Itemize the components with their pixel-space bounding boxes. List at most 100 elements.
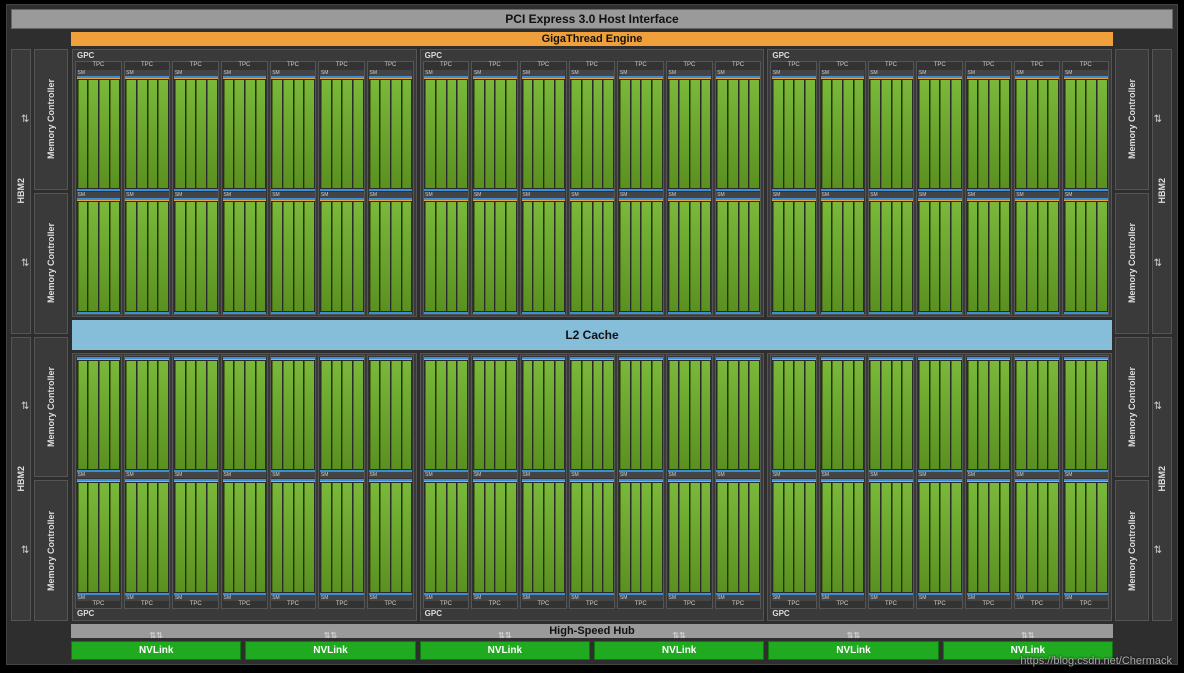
sm-block: SM [125, 479, 169, 601]
sm-label: SM [1064, 595, 1108, 601]
cuda-core [137, 80, 147, 189]
cuda-core [881, 483, 891, 592]
l2-cache: L2 Cache [72, 320, 1112, 350]
cuda-core [620, 80, 630, 189]
cuda-core [294, 202, 304, 311]
cuda-core [854, 202, 864, 311]
cuda-core [196, 202, 206, 311]
cuda-core [593, 202, 603, 311]
cuda-core [951, 80, 961, 189]
tpc-label: TPC [368, 601, 413, 608]
tpc-label: TPC [472, 601, 517, 608]
cuda-core [447, 483, 457, 592]
cuda-core [843, 202, 853, 311]
tpc-block: TPCSMSM [569, 355, 616, 609]
cuda-core [474, 80, 484, 189]
cuda-core [245, 202, 255, 311]
cuda-core [1000, 202, 1010, 311]
sm-label: SM [1015, 472, 1059, 478]
tpc-block: TPCSMSM [916, 61, 963, 315]
cuda-core [321, 202, 331, 311]
tpc-label: TPC [618, 601, 663, 608]
cuda-core [641, 80, 651, 189]
cuda-core [1038, 361, 1048, 470]
sm-block: SM [772, 70, 816, 192]
memory-controller: ⇅Memory Controller [34, 193, 68, 334]
cuda-core [175, 361, 185, 470]
cuda-core [332, 361, 342, 470]
cuda-core [870, 80, 880, 189]
tpc-block: TPCSMSM [270, 61, 317, 315]
cuda-core [99, 361, 109, 470]
sm-label: SM [918, 472, 962, 478]
tpc-label: TPC [76, 62, 121, 69]
cuda-core [728, 202, 738, 311]
cuda-core [603, 361, 613, 470]
cuda-core [495, 483, 505, 592]
tpc-block: TPCSMSM [868, 61, 915, 315]
cuda-core [631, 80, 641, 189]
sm-label: SM [125, 472, 169, 478]
cuda-core [485, 361, 495, 470]
cuda-core [78, 202, 88, 311]
cuda-core [902, 361, 912, 470]
sm-label: SM [223, 595, 267, 601]
cuda-core [99, 202, 109, 311]
cuda-core [843, 483, 853, 592]
cuda-core [669, 202, 679, 311]
cuda-core [148, 80, 158, 189]
sm-block: SM [320, 192, 364, 314]
sm-block: SM [821, 192, 865, 314]
cuda-core [342, 202, 352, 311]
cuda-core [506, 361, 516, 470]
cuda-core [256, 80, 266, 189]
cuda-core [234, 483, 244, 592]
sm-block: SM [772, 479, 816, 601]
cuda-core [110, 80, 120, 189]
sm-block: SM [125, 70, 169, 192]
cuda-core [701, 483, 711, 592]
cuda-core [1000, 483, 1010, 592]
sm-block: SM [174, 192, 218, 314]
cuda-core [457, 361, 467, 470]
cuda-core [989, 80, 999, 189]
sm-label: SM [473, 472, 517, 478]
sm-block: SM [473, 357, 517, 479]
tpc-block: TPCSMSM [318, 61, 365, 315]
cuda-core [342, 80, 352, 189]
cuda-core [690, 361, 700, 470]
tpc-block: TPCSMSM [1062, 61, 1109, 315]
cuda-core [940, 483, 950, 592]
sm-block: SM [424, 70, 468, 192]
tpc-block: TPCSMSM [1014, 355, 1061, 609]
tpc-block: TPCSMSM [1062, 355, 1109, 609]
cuda-core [593, 361, 603, 470]
cuda-core [892, 80, 902, 189]
tpc-block: TPCSMSM [617, 355, 664, 609]
cuda-core [951, 202, 961, 311]
cuda-core [224, 361, 234, 470]
cuda-core [773, 483, 783, 592]
cuda-core [148, 483, 158, 592]
cuda-core [1065, 80, 1075, 189]
cuda-core [304, 361, 314, 470]
cuda-core [99, 80, 109, 189]
sm-label: SM [1015, 595, 1059, 601]
cuda-core [148, 361, 158, 470]
cuda-core [784, 80, 794, 189]
cuda-core [940, 202, 950, 311]
high-speed-hub: High-Speed Hub [71, 624, 1113, 638]
cuda-core [631, 361, 641, 470]
cuda-core [794, 202, 804, 311]
tpc-label: TPC [271, 601, 316, 608]
cuda-core [892, 361, 902, 470]
sm-block: SM [1015, 192, 1059, 314]
cuda-core [196, 80, 206, 189]
bidirectional-arrow-icon: ⇅ [21, 545, 29, 556]
cuda-core [495, 202, 505, 311]
tpc-block: TPCSMSM [520, 61, 567, 315]
cuda-core [620, 483, 630, 592]
cuda-core [370, 80, 380, 189]
tpc-label: TPC [618, 62, 663, 69]
cuda-core [485, 80, 495, 189]
